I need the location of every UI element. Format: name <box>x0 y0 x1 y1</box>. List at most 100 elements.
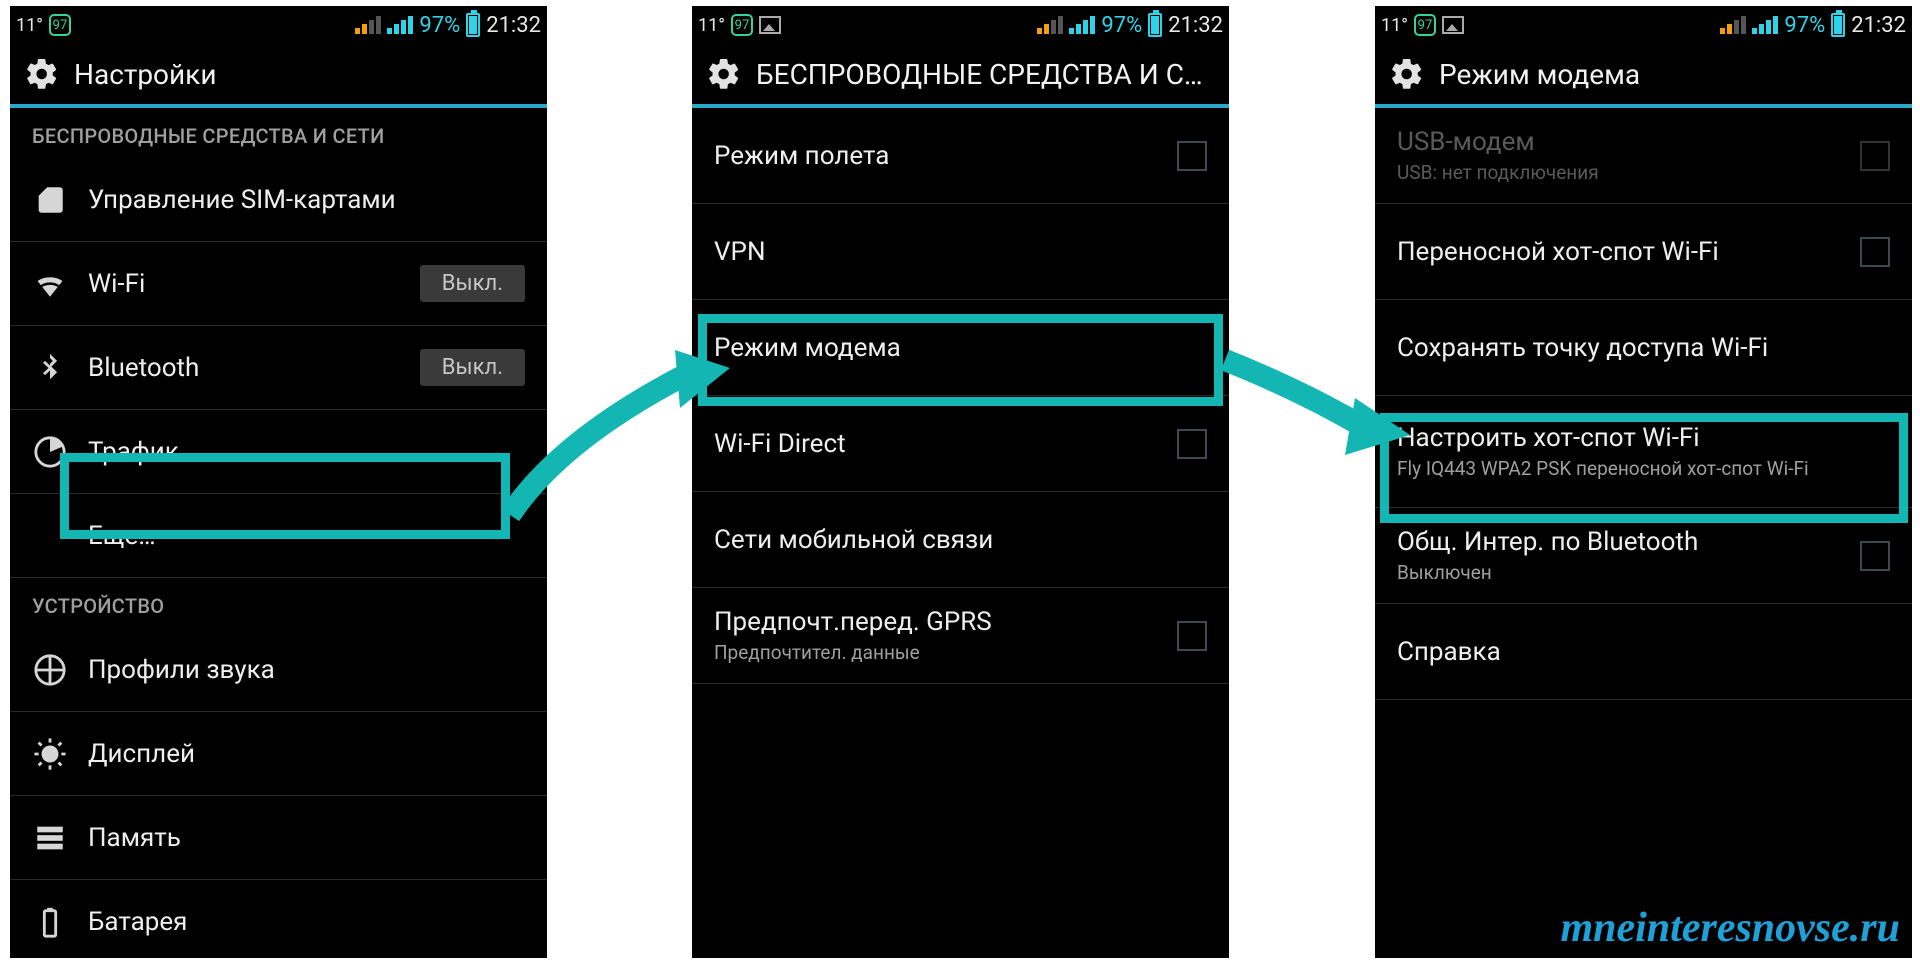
signal-sim1-icon <box>1720 16 1746 34</box>
row-display-label: Дисплей <box>88 739 525 769</box>
wifi-toggle[interactable]: Выкл. <box>420 265 525 302</box>
row-modem[interactable]: Режим модема <box>692 300 1229 396</box>
row-more[interactable]: Еще… <box>10 494 547 578</box>
page-title: Режим модема <box>1439 58 1640 91</box>
row-help-label: Справка <box>1397 637 1890 667</box>
row-wifidirect-label: Wi-Fi Direct <box>714 429 1157 459</box>
status-temp: 11° <box>698 15 725 36</box>
row-wifidirect[interactable]: Wi-Fi Direct <box>692 396 1229 492</box>
usb-check <box>1860 141 1890 171</box>
row-traffic[interactable]: Трафик <box>10 410 547 494</box>
traffic-icon <box>32 434 68 470</box>
row-gprs[interactable]: Предпочт.перед. GPRS Предпочтител. данны… <box>692 588 1229 684</box>
sound-icon <box>32 652 68 688</box>
status-temp: 11° <box>1381 15 1408 36</box>
gear-icon <box>24 56 60 92</box>
row-vpn[interactable]: VPN <box>692 204 1229 300</box>
screen-wireless: 11° 97 97% 21:32 БЕСПРОВОДНЫЕ СРЕДСТВА И… <box>692 6 1229 958</box>
titlebar: Настройки <box>10 44 547 108</box>
storage-icon <box>32 820 68 856</box>
row-sound[interactable]: Профили звука <box>10 628 547 712</box>
battery-icon <box>466 13 480 37</box>
row-bt-label: Bluetooth <box>88 353 400 383</box>
status-clock: 21:32 <box>1851 13 1906 38</box>
titlebar[interactable]: БЕСПРОВОДНЫЕ СРЕДСТВА И СЕ… <box>692 44 1229 108</box>
row-bt-label: Общ. Интер. по Bluetooth <box>1397 527 1840 557</box>
display-icon <box>32 736 68 772</box>
row-usb-modem: USB-модем USB: нет подключения <box>1375 108 1912 204</box>
screen-settings: 11° 97 97% 21:32 Настройки БЕСПРОВОДНЫЕ … <box>10 6 547 958</box>
row-mobile-label: Сети мобильной связи <box>714 525 1207 555</box>
titlebar[interactable]: Режим модема <box>1375 44 1912 108</box>
watermark: mneinteresnovse.ru <box>1560 904 1900 952</box>
airplane-check[interactable] <box>1177 141 1207 171</box>
page-title: БЕСПРОВОДНЫЕ СРЕДСТВА И СЕ… <box>756 58 1215 91</box>
row-bt-sub: Выключен <box>1397 561 1840 584</box>
bt-share-check[interactable] <box>1860 541 1890 571</box>
gear-icon <box>706 56 742 92</box>
status-badge: 97 <box>49 14 71 36</box>
battery-row-icon <box>32 904 68 940</box>
status-badge: 97 <box>731 14 753 36</box>
gallery-icon <box>1442 16 1464 34</box>
row-battery[interactable]: Батарея <box>10 880 547 958</box>
screen-tethering: 11° 97 97% 21:32 Режим модема USB-модем <box>1375 6 1912 958</box>
row-bt-share[interactable]: Общ. Интер. по Bluetooth Выключен <box>1375 508 1912 604</box>
row-keep-hotspot[interactable]: Сохранять точку доступа Wi-Fi <box>1375 300 1912 396</box>
row-wifi-label: Wi-Fi <box>88 269 400 299</box>
row-battery-label: Батарея <box>88 907 525 937</box>
row-gprs-label: Предпочт.перед. GPRS <box>714 607 1157 637</box>
status-clock: 21:32 <box>1168 13 1223 38</box>
bluetooth-icon <box>32 350 68 386</box>
status-temp: 11° <box>16 15 43 36</box>
row-help[interactable]: Справка <box>1375 604 1912 700</box>
gear-icon <box>1389 56 1425 92</box>
row-setup-sub: Fly IQ443 WPA2 PSK переносной хот-спот W… <box>1397 457 1890 480</box>
row-memory-label: Память <box>88 823 525 853</box>
battery-percent: 97% <box>1101 13 1142 38</box>
status-clock: 21:32 <box>486 13 541 38</box>
row-keep-label: Сохранять точку доступа Wi-Fi <box>1397 333 1890 363</box>
signal-sim1-icon <box>1037 16 1063 34</box>
row-wifi[interactable]: Wi-Fi Выкл. <box>10 242 547 326</box>
spacer-icon <box>32 518 68 554</box>
row-memory[interactable]: Память <box>10 796 547 880</box>
row-mobile-networks[interactable]: Сети мобильной связи <box>692 492 1229 588</box>
signal-sim2-icon <box>387 16 413 34</box>
gprs-check[interactable] <box>1177 621 1207 651</box>
row-setup-hotspot[interactable]: Настроить хот-спот Wi-Fi Fly IQ443 WPA2 … <box>1375 396 1912 508</box>
row-airplane[interactable]: Режим полета <box>692 108 1229 204</box>
row-hotspot-label: Переносной хот-спот Wi-Fi <box>1397 237 1840 267</box>
row-vpn-label: VPN <box>714 237 1207 267</box>
gallery-icon <box>759 16 781 34</box>
row-gprs-sub: Предпочтител. данные <box>714 641 1157 664</box>
row-usb-label: USB-модем <box>1397 127 1840 157</box>
signal-sim2-icon <box>1069 16 1095 34</box>
row-sim-label: Управление SIM-картами <box>88 185 525 215</box>
row-more-label: Еще… <box>88 521 525 551</box>
battery-percent: 97% <box>419 13 460 38</box>
battery-percent: 97% <box>1784 13 1825 38</box>
row-sound-label: Профили звука <box>88 655 525 685</box>
section-device-header: УСТРОЙСТВО <box>10 578 547 628</box>
section-wireless-header: БЕСПРОВОДНЫЕ СРЕДСТВА И СЕТИ <box>10 108 547 158</box>
status-bar: 11° 97 97% 21:32 <box>10 6 547 44</box>
hotspot-check[interactable] <box>1860 237 1890 267</box>
page-title: Настройки <box>74 58 216 91</box>
row-traffic-label: Трафик <box>88 437 525 467</box>
bt-toggle[interactable]: Выкл. <box>420 349 525 386</box>
signal-sim1-icon <box>355 16 381 34</box>
row-airplane-label: Режим полета <box>714 141 1157 171</box>
row-usb-sub: USB: нет подключения <box>1397 161 1840 184</box>
wifidirect-check[interactable] <box>1177 429 1207 459</box>
row-display[interactable]: Дисплей <box>10 712 547 796</box>
status-bar: 11° 97 97% 21:32 <box>692 6 1229 44</box>
status-bar: 11° 97 97% 21:32 <box>1375 6 1912 44</box>
row-setup-label: Настроить хот-спот Wi-Fi <box>1397 423 1890 453</box>
wifi-icon <box>32 266 68 302</box>
status-badge: 97 <box>1414 14 1436 36</box>
row-hotspot[interactable]: Переносной хот-спот Wi-Fi <box>1375 204 1912 300</box>
row-sim-management[interactable]: Управление SIM-картами <box>10 158 547 242</box>
row-bluetooth[interactable]: Bluetooth Выкл. <box>10 326 547 410</box>
row-modem-label: Режим модема <box>714 333 1207 363</box>
